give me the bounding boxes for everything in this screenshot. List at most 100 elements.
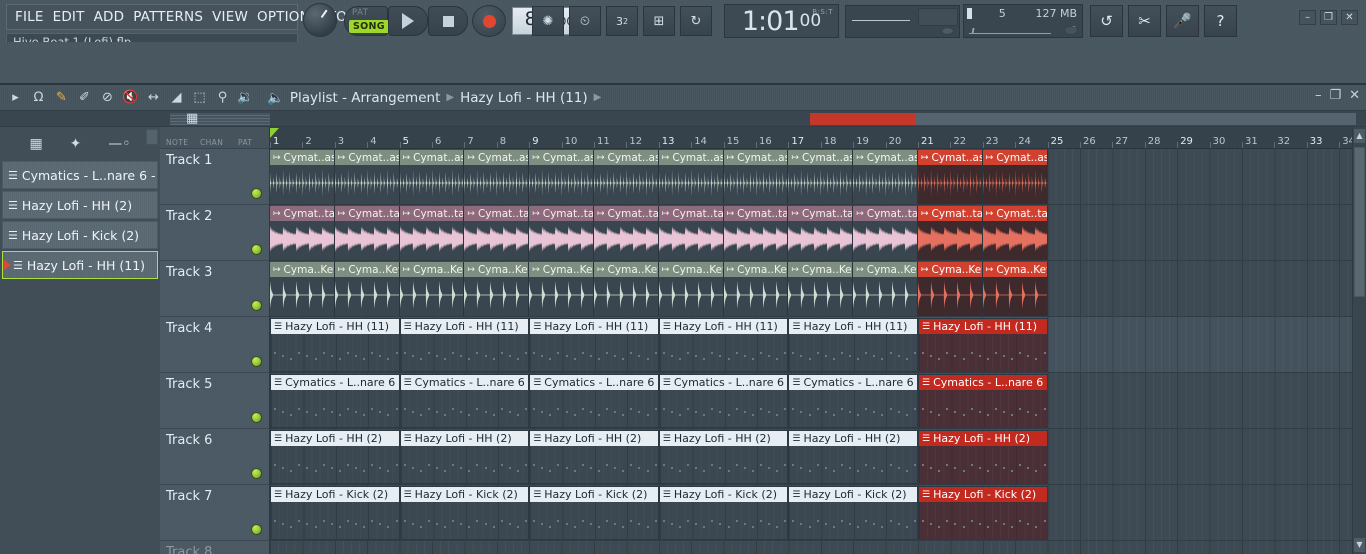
menu-item-edit[interactable]: EDIT bbox=[53, 9, 85, 25]
slip-tool-icon[interactable]: ↔ bbox=[142, 86, 165, 110]
pattern-clip[interactable]: ☰ Hazy Lofi - HH (11) bbox=[399, 318, 530, 372]
pattern-clip[interactable]: ☰ Hazy Lofi - HH (2) bbox=[270, 430, 400, 484]
audio-clip[interactable]: ↦Cyma..Key bbox=[918, 262, 983, 316]
pattern-clip[interactable]: ☰ Hazy Lofi - HH (11) bbox=[658, 318, 789, 372]
vertical-scroll-thumb[interactable] bbox=[1354, 147, 1365, 297]
pattern-clip[interactable]: ☰Cymatics - L..nare 6 - F# bbox=[918, 374, 1048, 428]
track-enable-led[interactable] bbox=[251, 524, 262, 535]
playlist-overview-scrollbar[interactable] bbox=[0, 111, 1366, 127]
pattern-clip[interactable]: ☰ Hazy Lofi - HH (2) bbox=[529, 430, 659, 484]
audio-clip[interactable]: ↦Cymat..ass bbox=[594, 150, 659, 204]
track-header[interactable]: Track 2 bbox=[160, 205, 269, 261]
slice-tool-icon[interactable]: ◢ bbox=[165, 86, 188, 110]
audio-clip[interactable]: ↦Cyma..Key bbox=[658, 262, 724, 316]
track-enable-led[interactable] bbox=[251, 244, 262, 255]
paint-brush-icon[interactable]: ✐ bbox=[73, 86, 96, 110]
close-button[interactable]: ✕ bbox=[1341, 10, 1358, 25]
playlist-row[interactable] bbox=[270, 541, 1352, 554]
breadcrumb-playlist[interactable]: Playlist - Arrangement bbox=[290, 90, 441, 106]
track-enable-led[interactable] bbox=[251, 356, 262, 367]
audio-clip[interactable]: ↦Cyma..Key bbox=[464, 262, 530, 316]
track-enable-led[interactable] bbox=[251, 468, 262, 479]
pattern-clip[interactable]: ☰Cymatics - L..nare 6 - F# bbox=[529, 374, 659, 428]
count-in-icon[interactable]: 32 bbox=[606, 6, 638, 36]
maximize-button[interactable]: ❐ bbox=[1320, 10, 1337, 25]
audio-clip[interactable]: ↦Cymat..ass bbox=[658, 150, 724, 204]
track-header[interactable]: Track 1 bbox=[160, 149, 269, 205]
audio-clip[interactable]: ↦Cymat..tar bbox=[853, 206, 918, 260]
pattern-list-item[interactable]: ☰ Hazy Lofi - HH (2) bbox=[2, 191, 158, 219]
audio-clip[interactable]: ↦Cyma..Key bbox=[788, 262, 854, 316]
audio-clip[interactable]: ↦Cyma..Key bbox=[399, 262, 465, 316]
audio-clip[interactable]: ↦Cymat..ass bbox=[788, 150, 854, 204]
loop-record-icon[interactable]: ↻ bbox=[680, 6, 712, 36]
pattern-clip[interactable]: ☰ Hazy Lofi - Kick (2) bbox=[529, 486, 659, 540]
pattern-clip[interactable]: ☰ Hazy Lofi - HH (11) bbox=[529, 318, 659, 372]
timeline-ruler[interactable]: 1 2 3 4 5 6 7 8 9 10 11 12 13 14 15 16 17 18 19 20 21 22 23 24 2… bbox=[270, 127, 1352, 149]
playlist-row[interactable]: ☰ Hazy Lofi - Kick (2) ☰ Hazy Lofi - Kick (… bbox=[270, 485, 1352, 541]
playlist-row[interactable]: ↦Cymat..ass ↦Cymat..ass ↦Cymat..ass ↦Cym… bbox=[270, 149, 1352, 205]
playlist-row[interactable]: ↦Cyma..Key ↦Cyma..Key ↦Cyma..Key ↦Cyma..… bbox=[270, 261, 1352, 317]
playlist-row[interactable]: ☰ Hazy Lofi - HH (2) ☰ Hazy Lofi - HH (2) ☰ H… bbox=[270, 429, 1352, 485]
menu-item-add[interactable]: ADD bbox=[94, 9, 125, 25]
playback-tool-icon[interactable]: 🔉 bbox=[234, 86, 257, 110]
scroll-up-icon[interactable]: ▲ bbox=[1354, 129, 1365, 143]
play-button[interactable] bbox=[388, 6, 428, 36]
pattern-list-item[interactable]: ☰ Hazy Lofi - Kick (2) bbox=[2, 221, 158, 249]
audio-clip[interactable]: ↦Cyma..Key bbox=[529, 262, 594, 316]
select-tool-icon[interactable]: ⬚ bbox=[188, 86, 211, 110]
pattern-clip[interactable]: ☰ Hazy Lofi - Kick (2) bbox=[788, 486, 918, 540]
pattern-clip[interactable]: ☰Cymatics - L..nare 6 - F# bbox=[399, 374, 530, 428]
scroll-down-icon[interactable]: ▼ bbox=[1354, 538, 1365, 552]
help-icon[interactable]: ? bbox=[1204, 5, 1237, 37]
track-enable-led[interactable] bbox=[251, 412, 262, 423]
mute-tool-icon[interactable]: 🔇 bbox=[119, 86, 142, 110]
audio-clip[interactable]: ↦Cymat..tar bbox=[658, 206, 724, 260]
headphone-icon[interactable]: Ω bbox=[27, 86, 50, 110]
menu-item-file[interactable]: FILE bbox=[15, 9, 44, 25]
audio-clip[interactable]: ↦Cymat..tar bbox=[529, 206, 594, 260]
pattern-clip[interactable]: ☰ Hazy Lofi - Kick (2) bbox=[658, 486, 789, 540]
metronome-icon[interactable]: ✺ bbox=[532, 6, 564, 36]
audio-clip[interactable]: ↦Cyma..Key bbox=[723, 262, 789, 316]
pattern-clip[interactable]: ☰ Hazy Lofi - HH (11) bbox=[270, 318, 400, 372]
menu-bar[interactable]: FILE EDIT ADD PATTERNS VIEW OPTIONS TOOL… bbox=[6, 4, 418, 30]
pattern-clip[interactable]: ☰ Hazy Lofi - HH (11) bbox=[918, 318, 1048, 372]
audio-clip[interactable]: ↦Cymat..tar bbox=[594, 206, 659, 260]
audio-clip[interactable]: ↦Cymat..ass bbox=[982, 150, 1048, 204]
pattern-list-scrollbar[interactable] bbox=[146, 129, 158, 145]
record-button[interactable] bbox=[472, 5, 506, 37]
audio-clip[interactable]: ↦Cymat..ass bbox=[529, 150, 594, 204]
track-enable-led[interactable] bbox=[251, 188, 262, 199]
track-header[interactable]: Track 5 bbox=[160, 373, 269, 429]
pattern-clip[interactable]: ☰ Hazy Lofi - HH (2) bbox=[788, 430, 918, 484]
audio-clip[interactable]: ↦Cymat..tar bbox=[334, 206, 400, 260]
zoom-tool-icon[interactable]: ⚲ bbox=[211, 86, 234, 110]
audio-clip[interactable]: ↦Cyma..Key bbox=[982, 262, 1048, 316]
play-tool-icon[interactable]: ▸ bbox=[4, 86, 27, 110]
audio-clip[interactable]: ↦Cymat..tar bbox=[270, 206, 335, 260]
audio-clip[interactable]: ↦Cyma..Key bbox=[594, 262, 659, 316]
audio-clip[interactable]: ↦Cymat..ass bbox=[723, 150, 789, 204]
track-header[interactable]: Track 8 bbox=[160, 541, 269, 554]
audio-clip[interactable]: ↦Cymat..tar bbox=[399, 206, 465, 260]
pattern-clip[interactable]: ☰Cymatics - L..nare 6 - F# bbox=[270, 374, 400, 428]
refresh-icon[interactable]: ↺ bbox=[1090, 5, 1123, 37]
master-volume-knob[interactable] bbox=[303, 3, 337, 37]
audio-clip[interactable]: ↦Cymat..ass bbox=[464, 150, 530, 204]
pattern-clip[interactable]: ☰ Hazy Lofi - HH (2) bbox=[399, 430, 530, 484]
audio-clip[interactable]: ↦Cymat..ass bbox=[853, 150, 918, 204]
audio-clip[interactable]: ↦Cymat..ass bbox=[399, 150, 465, 204]
audio-clip[interactable]: ↦Cyma..Key bbox=[270, 262, 335, 316]
delete-tool-icon[interactable]: ⊘ bbox=[96, 86, 119, 110]
audio-clip[interactable]: ↦Cymat..tar bbox=[788, 206, 854, 260]
sparkle-icon[interactable]: ✦ bbox=[70, 136, 82, 152]
pattern-clip[interactable]: ☰ Hazy Lofi - Kick (2) bbox=[399, 486, 530, 540]
track-enable-led[interactable] bbox=[251, 300, 262, 311]
pattern-list-item[interactable]: ☰Cymatics - L..nare 6 - F# bbox=[2, 161, 158, 189]
keyboard-icon[interactable]: ▦ bbox=[186, 111, 198, 126]
overview-visible-region[interactable] bbox=[915, 113, 1356, 125]
playlist-row[interactable]: ↦Cymat..tar ↦Cymat..tar ↦Cymat..tar ↦Cym… bbox=[270, 205, 1352, 261]
pattern-clip[interactable]: ☰ Hazy Lofi - HH (2) bbox=[658, 430, 789, 484]
playlist-row[interactable]: ☰ Hazy Lofi - HH (11) ☰ Hazy Lofi - HH (11)… bbox=[270, 317, 1352, 373]
